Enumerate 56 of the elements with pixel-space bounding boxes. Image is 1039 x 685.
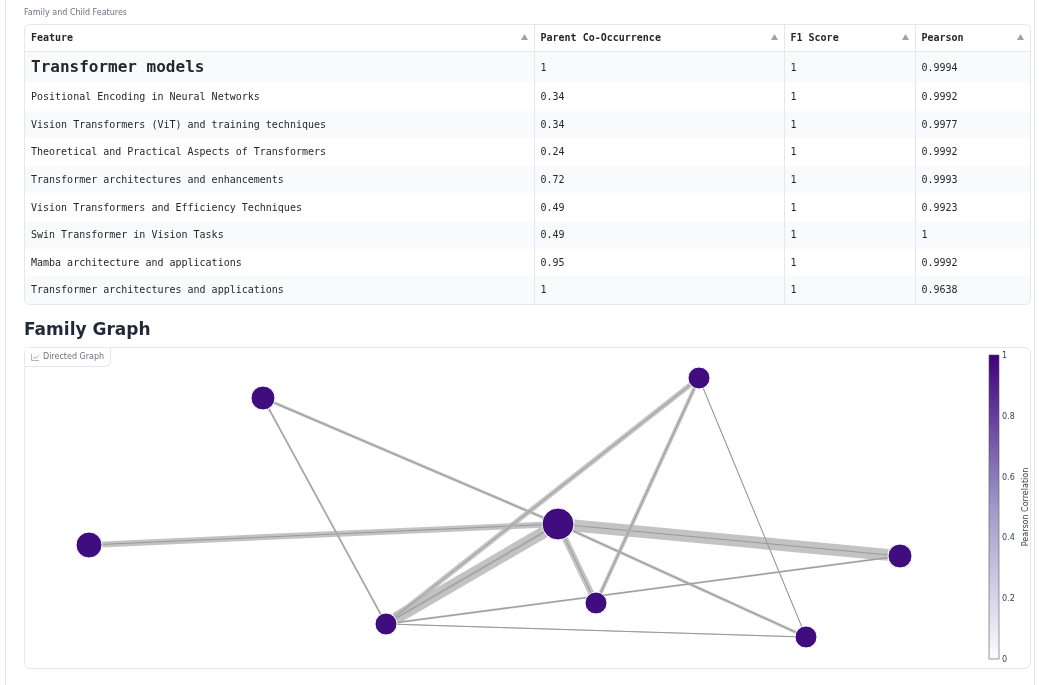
column-header[interactable]: F1 Score [784, 25, 915, 51]
table-cell: 1 [784, 83, 915, 111]
colorbar-tick: 0.4 [1002, 533, 1015, 543]
column-header[interactable]: Parent Co-Occurrence [534, 25, 784, 51]
graph-node[interactable] [584, 591, 608, 615]
table-cell: 0.9638 [915, 276, 1030, 304]
table-cell: 0.9994 [915, 51, 1030, 83]
table-cell: 0.34 [534, 110, 784, 139]
table-cell: 1 [784, 193, 915, 221]
table-cell: 1 [915, 220, 1030, 249]
table-cell: Vision Transformers and Efficiency Techniques [25, 193, 534, 221]
graph-tab[interactable]: Directed Graph [25, 348, 112, 368]
table-cell: 1 [784, 165, 915, 194]
table-cell: 1 [784, 110, 915, 139]
table-cell: 1 [784, 220, 915, 249]
graph-node[interactable] [887, 543, 913, 569]
table-cell: 0.9993 [915, 165, 1030, 194]
table-cell: 1 [784, 138, 915, 166]
colorbar-tick: 0 [1002, 655, 1008, 665]
table-cell: 0.49 [534, 193, 784, 221]
table-cell: 0.9992 [915, 83, 1030, 111]
table-cell: 1 [534, 51, 784, 83]
table-cell: 0.72 [534, 165, 784, 194]
section-heading: Family Graph [24, 318, 152, 340]
table-cell: Swin Transformer in Vision Tasks [25, 220, 534, 249]
table-title: Family and Child Features [24, 7, 128, 19]
table-cell: 0.9977 [915, 110, 1030, 139]
table-cell: 0.9992 [915, 138, 1030, 166]
graph-node[interactable] [75, 531, 103, 559]
table-cell: 1 [784, 51, 915, 83]
colorbar-tick: 1 [1002, 351, 1008, 361]
table-cell: 1 [534, 276, 784, 304]
column-header[interactable]: Feature [25, 25, 534, 51]
chart-icon [31, 353, 39, 361]
table-cell: Transformer architectures and enhancements [25, 165, 534, 194]
table-cell: 0.34 [534, 83, 784, 111]
table-cell: Transformer architectures and applications [25, 276, 534, 304]
table-cell: 0.9923 [915, 193, 1030, 221]
table-cell: 0.9992 [915, 248, 1030, 277]
graph-node[interactable] [250, 385, 276, 411]
colorbar-title: Pearson Correlation [1021, 467, 1030, 547]
graph-node[interactable] [794, 625, 818, 649]
colorbar-tick: 0.2 [1002, 594, 1015, 604]
table-cell: 0.24 [534, 138, 784, 166]
table-cell: 0.49 [534, 220, 784, 249]
table-cell: Transformer models [25, 51, 534, 83]
graph-node[interactable] [687, 366, 711, 390]
column-header[interactable]: Pearson [915, 25, 1030, 51]
table-cell: Vision Transformers (ViT) and training techniques [25, 110, 534, 139]
table-cell: Positional Encoding in Neural Networks [25, 83, 534, 111]
colorbar-tick: 0.6 [1002, 472, 1015, 482]
table-cell: Theoretical and Practical Aspects of Transformers [25, 138, 534, 166]
table-cell: 1 [784, 276, 915, 304]
graph-node[interactable] [374, 612, 398, 636]
graph-node[interactable] [541, 507, 575, 541]
colorbar-tick: 0.8 [1002, 411, 1015, 421]
